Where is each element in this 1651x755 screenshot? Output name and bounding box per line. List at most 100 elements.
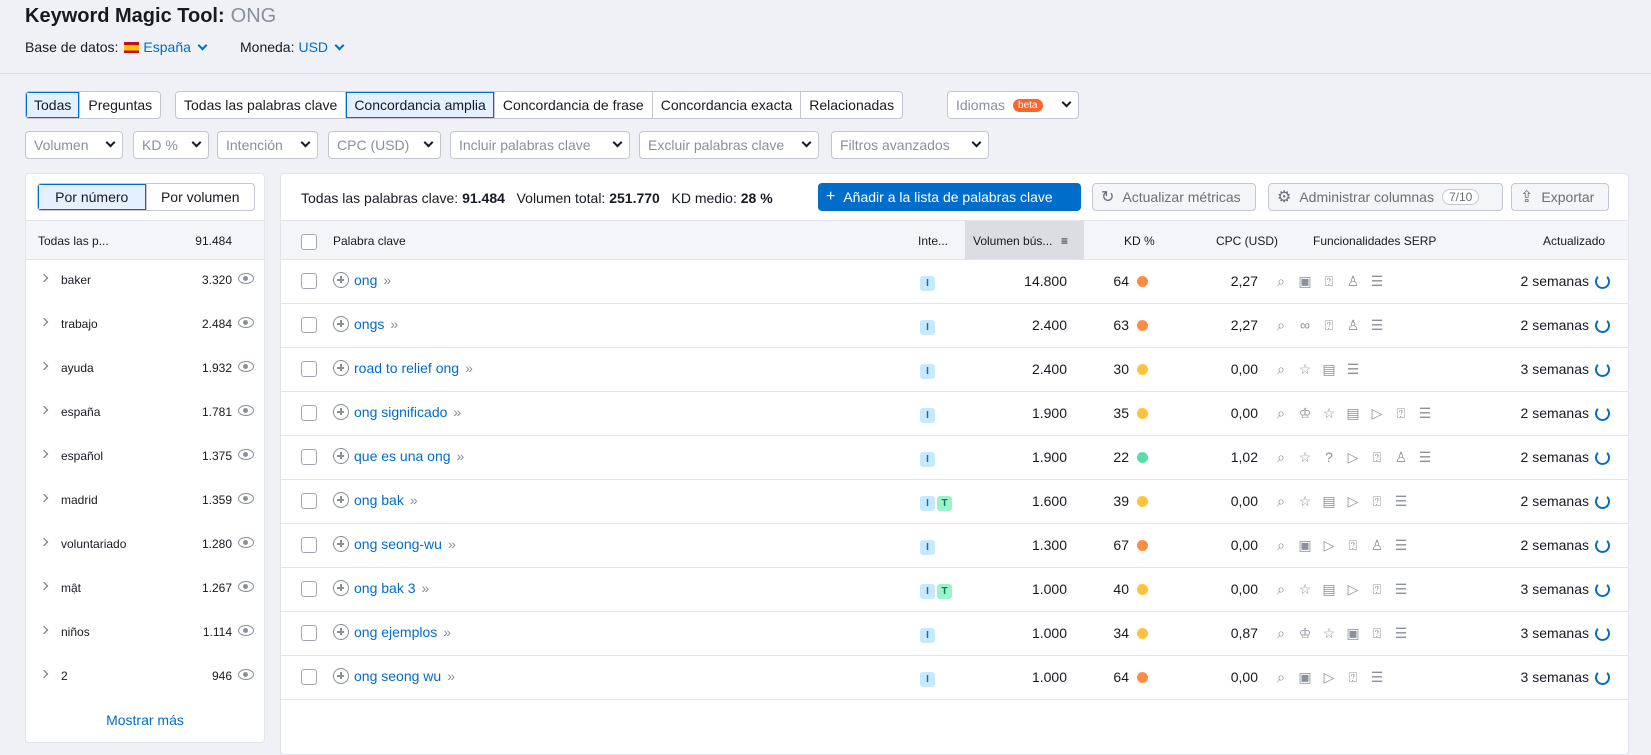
double-chevron-icon[interactable]: » xyxy=(422,580,430,596)
double-chevron-icon[interactable]: » xyxy=(447,668,455,684)
serp-icon[interactable]: ⌕ xyxy=(1273,581,1289,598)
video-icon[interactable]: ▷ xyxy=(1345,449,1361,466)
faq-icon[interactable]: ⍰ xyxy=(1369,625,1385,642)
list-icon[interactable]: ☰ xyxy=(1369,317,1385,334)
chevron-right-icon[interactable] xyxy=(39,317,49,327)
group-item[interactable]: trabajo 2.484 xyxy=(26,304,264,348)
keyword-link[interactable]: que es una ong xyxy=(354,448,451,464)
match-tab-2[interactable]: Concordancia de frase xyxy=(495,92,653,118)
star-icon[interactable]: ☆ xyxy=(1297,493,1313,510)
row-checkbox[interactable] xyxy=(301,625,317,641)
keyword-cell[interactable]: ong » xyxy=(333,272,391,288)
update-metrics-button[interactable]: ↻ Actualizar métricas xyxy=(1092,183,1256,211)
eye-icon[interactable] xyxy=(238,537,254,548)
list-icon[interactable]: ☰ xyxy=(1369,273,1385,290)
gallery-icon[interactable]: ▤ xyxy=(1321,361,1337,378)
database-selector[interactable]: Base de datos: España xyxy=(25,39,210,55)
eye-icon[interactable] xyxy=(238,361,254,372)
faq-icon[interactable]: ⍰ xyxy=(1345,669,1361,686)
filter-dropdown-1[interactable]: KD % xyxy=(133,131,209,159)
add-circle-icon[interactable] xyxy=(333,624,349,640)
keyword-link[interactable]: ong seong-wu xyxy=(354,536,442,552)
eye-icon[interactable] xyxy=(238,317,254,328)
serp-icon[interactable]: ⌕ xyxy=(1273,625,1289,642)
video-icon[interactable]: ▷ xyxy=(1321,537,1337,554)
image-icon[interactable]: ▣ xyxy=(1345,625,1361,642)
chevron-right-icon[interactable] xyxy=(39,625,49,635)
star-icon[interactable]: ☆ xyxy=(1321,405,1337,422)
chevron-right-icon[interactable] xyxy=(39,361,49,371)
keyword-link[interactable]: road to relief ong xyxy=(354,360,459,376)
tab-1[interactable]: Preguntas xyxy=(80,92,160,118)
sort-icon[interactable]: ≡ xyxy=(1061,234,1068,248)
add-to-list-button[interactable]: + Añadir a la lista de palabras clave xyxy=(818,183,1081,211)
faq-icon[interactable]: ⍰ xyxy=(1369,581,1385,598)
header-keyword[interactable]: Palabra clave xyxy=(333,234,406,248)
double-chevron-icon[interactable]: » xyxy=(448,536,456,552)
serp-icon[interactable]: ⌕ xyxy=(1273,669,1289,686)
keyword-link[interactable]: ong significado xyxy=(354,404,447,420)
add-circle-icon[interactable] xyxy=(333,272,349,288)
edu-icon[interactable]: ♙ xyxy=(1345,273,1361,290)
refresh-icon[interactable] xyxy=(1595,361,1610,377)
eye-icon[interactable] xyxy=(238,581,254,592)
add-circle-icon[interactable] xyxy=(333,492,349,508)
filter-dropdown-0[interactable]: Volumen xyxy=(25,131,123,159)
header-cpc[interactable]: CPC (USD) xyxy=(1216,234,1278,248)
add-circle-icon[interactable] xyxy=(333,316,349,332)
star-icon[interactable]: ☆ xyxy=(1321,625,1337,642)
faq-icon[interactable]: ⍰ xyxy=(1321,317,1337,334)
keyword-link[interactable]: ong ejemplos xyxy=(354,624,437,640)
header-kd[interactable]: KD % xyxy=(1124,234,1155,248)
question-icon[interactable]: ? xyxy=(1321,449,1337,466)
add-circle-icon[interactable] xyxy=(333,536,349,552)
chevron-right-icon[interactable] xyxy=(39,273,49,283)
match-tab-3[interactable]: Concordancia exacta xyxy=(653,92,802,118)
gallery-icon[interactable]: ▤ xyxy=(1321,493,1337,510)
refresh-icon[interactable] xyxy=(1595,317,1610,333)
list-icon[interactable]: ☰ xyxy=(1393,493,1409,510)
image-icon[interactable]: ▣ xyxy=(1297,537,1313,554)
list-icon[interactable]: ☰ xyxy=(1393,581,1409,598)
header-serp[interactable]: Funcionalidades SERP xyxy=(1313,234,1436,248)
keyword-cell[interactable]: ong significado » xyxy=(333,404,461,420)
keyword-cell[interactable]: road to relief ong » xyxy=(333,360,473,376)
serp-icon[interactable]: ⌕ xyxy=(1273,273,1289,290)
match-tab-4[interactable]: Relacionadas xyxy=(801,92,902,118)
row-checkbox[interactable] xyxy=(301,273,317,289)
add-circle-icon[interactable] xyxy=(333,404,349,420)
add-circle-icon[interactable] xyxy=(333,580,349,596)
star-icon[interactable]: ☆ xyxy=(1297,449,1313,466)
link-icon[interactable]: ∞ xyxy=(1297,317,1313,334)
list-icon[interactable]: ☰ xyxy=(1369,669,1385,686)
keyword-link[interactable]: ong bak 3 xyxy=(354,580,416,596)
group-item[interactable]: español 1.375 xyxy=(26,436,264,480)
group-item[interactable]: 2 946 xyxy=(26,656,264,700)
add-circle-icon[interactable] xyxy=(333,448,349,464)
crown-icon[interactable]: ♔ xyxy=(1297,625,1313,642)
refresh-icon[interactable] xyxy=(1595,625,1610,641)
refresh-icon[interactable] xyxy=(1595,405,1610,421)
double-chevron-icon[interactable]: » xyxy=(410,492,418,508)
row-checkbox[interactable] xyxy=(301,537,317,553)
keyword-cell[interactable]: ong bak » xyxy=(333,492,418,508)
eye-icon[interactable] xyxy=(238,625,254,636)
refresh-icon[interactable] xyxy=(1595,449,1610,465)
chevron-right-icon[interactable] xyxy=(39,581,49,591)
image-icon[interactable]: ▣ xyxy=(1297,669,1313,686)
filter-dropdown-2[interactable]: Intención xyxy=(217,131,318,159)
double-chevron-icon[interactable]: » xyxy=(465,360,473,376)
export-button[interactable]: ⇪ Exportar xyxy=(1511,183,1609,211)
group-item[interactable]: mật 1.267 xyxy=(26,568,264,612)
row-checkbox[interactable] xyxy=(301,449,317,465)
faq-icon[interactable]: ⍰ xyxy=(1393,405,1409,422)
serp-icon[interactable]: ⌕ xyxy=(1273,449,1289,466)
match-tab-0[interactable]: Todas las palabras clave xyxy=(176,92,347,118)
keyword-link[interactable]: ongs xyxy=(354,316,384,332)
keyword-cell[interactable]: ongs » xyxy=(333,316,398,332)
eye-icon[interactable] xyxy=(238,449,254,460)
edu-icon[interactable]: ♙ xyxy=(1345,317,1361,334)
keyword-cell[interactable]: ong seong wu » xyxy=(333,668,455,684)
row-checkbox[interactable] xyxy=(301,581,317,597)
keyword-cell[interactable]: ong bak 3 » xyxy=(333,580,429,596)
